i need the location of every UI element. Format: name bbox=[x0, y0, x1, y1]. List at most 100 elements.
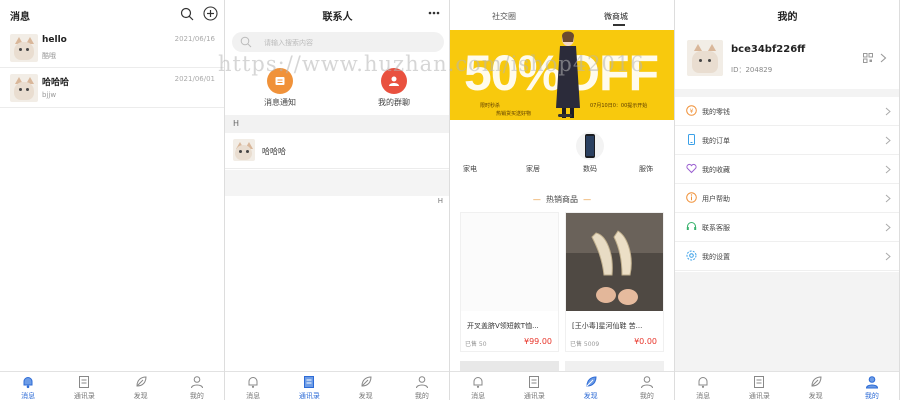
conversation-name: hello bbox=[42, 35, 67, 45]
category-label: 家居 bbox=[526, 165, 540, 173]
bottom-tab-bar: 消息 通讯录 发现 我的 bbox=[450, 371, 674, 400]
tab-me[interactable]: 我的 bbox=[844, 372, 899, 400]
shoes-photo bbox=[566, 213, 663, 311]
tab-contacts[interactable]: 通讯录 bbox=[506, 372, 562, 400]
tab-label: 发现 bbox=[583, 392, 598, 400]
bottom-tab-bar: 消息 通讯录 发现 我的 bbox=[0, 371, 224, 400]
phone-order-icon bbox=[688, 134, 695, 145]
tab-discover[interactable]: 发现 bbox=[563, 372, 619, 400]
tab-me[interactable]: 我的 bbox=[169, 372, 224, 400]
tab-messages[interactable]: 消息 bbox=[0, 372, 56, 400]
page-title: 消息 bbox=[10, 12, 30, 23]
tab-micro-mall[interactable]: 微商城 bbox=[604, 11, 628, 22]
tab-discover[interactable]: 发现 bbox=[788, 372, 844, 400]
menu-item-wallet[interactable]: ¥ 我的零钱 bbox=[675, 97, 899, 126]
chevron-right-icon bbox=[885, 194, 891, 203]
notification-button[interactable] bbox=[267, 68, 293, 94]
more-icon[interactable] bbox=[428, 11, 440, 15]
tab-social-circle[interactable]: 社交圈 bbox=[492, 11, 516, 22]
tab-messages[interactable]: 消息 bbox=[225, 372, 281, 400]
promo-banner[interactable]: 50%OFF 限时秒杀 07月10日0：00提示开始 热销货买送好物 bbox=[450, 30, 674, 120]
page-title: 我的 bbox=[777, 12, 798, 23]
search-placeholder: 请输入搜索内容 bbox=[264, 39, 313, 47]
add-circle-icon[interactable] bbox=[203, 6, 218, 21]
me-header: 我的 bbox=[675, 0, 899, 28]
product-sold-count: 已售 50 bbox=[465, 341, 487, 348]
menu-item-customer-service[interactable]: 联系客服 bbox=[675, 213, 899, 242]
tab-label: 消息 bbox=[471, 392, 486, 400]
section-letter: H bbox=[233, 119, 240, 128]
product-sold-count: 已售 5009 bbox=[570, 341, 600, 348]
chevron-right-icon[interactable] bbox=[880, 53, 887, 63]
product-image bbox=[461, 213, 558, 311]
menu-item-help[interactable]: 用户帮助 bbox=[675, 184, 899, 213]
user-icon bbox=[640, 376, 653, 389]
search-input[interactable]: 请输入搜索内容 bbox=[232, 32, 444, 52]
menu-item-favorites[interactable]: 我的收藏 bbox=[675, 155, 899, 184]
bottom-tab-bar: 消息 通讯录 发现 我的 bbox=[675, 371, 899, 400]
contact-name: 哈哈哈 bbox=[262, 147, 286, 156]
tab-messages[interactable]: 消息 bbox=[675, 372, 731, 400]
chevron-right-icon bbox=[885, 252, 891, 261]
user-icon bbox=[415, 376, 428, 389]
tab-label: 消息 bbox=[696, 392, 711, 400]
section-header: H bbox=[225, 115, 449, 133]
divider bbox=[675, 89, 899, 97]
user-icon bbox=[190, 376, 203, 389]
bell-icon bbox=[473, 377, 483, 388]
category-label: 服饰 bbox=[639, 165, 653, 173]
tab-discover[interactable]: 发现 bbox=[338, 372, 394, 400]
tab-discover[interactable]: 发现 bbox=[113, 372, 169, 400]
product-card[interactable]: [王小毒]星河仙鞋 苦... 已售 5009 ¥0.00 bbox=[565, 212, 664, 352]
conversation-date: 2021/06/16 bbox=[174, 35, 215, 43]
empty-area bbox=[225, 170, 449, 196]
notification-label: 消息通知 bbox=[264, 98, 296, 107]
alphabet-index[interactable]: H bbox=[438, 197, 443, 205]
tab-label: 我的 bbox=[864, 392, 879, 400]
settings-icon bbox=[686, 250, 697, 261]
tab-label: 消息 bbox=[21, 392, 36, 400]
menu-label: 我的收藏 bbox=[702, 166, 730, 174]
menu-label: 我的订单 bbox=[702, 137, 730, 145]
product-name: [王小毒]星河仙鞋 苦... bbox=[572, 322, 643, 330]
compass-leaf-icon bbox=[361, 376, 372, 387]
compass-leaf-icon bbox=[136, 376, 147, 387]
tab-label: 通讯录 bbox=[298, 392, 320, 400]
hot-title-text: 热销商品 bbox=[546, 195, 578, 204]
group-chat-button[interactable] bbox=[381, 68, 407, 94]
avatar[interactable] bbox=[687, 40, 723, 76]
search-icon[interactable] bbox=[180, 7, 194, 21]
tab-label: 通讯录 bbox=[748, 392, 770, 400]
tab-label: 通讯录 bbox=[73, 392, 95, 400]
product-card[interactable]: 开叉盖脐V领短款T恤... 已售 50 ¥99.00 bbox=[460, 212, 559, 352]
notification-icon bbox=[275, 77, 285, 85]
conversation-item[interactable]: 哈哈哈 bjjw 2021/06/01 bbox=[0, 68, 224, 108]
group-chat-icon bbox=[389, 76, 399, 86]
messages-screen: 消息 hello 酷哦 2021/06/16 哈哈哈 bjjw 2021/06/… bbox=[0, 0, 225, 400]
model-figure bbox=[556, 31, 580, 118]
tab-messages[interactable]: 消息 bbox=[450, 372, 506, 400]
tab-contacts[interactable]: 通讯录 bbox=[731, 372, 787, 400]
conversation-item[interactable]: hello 酷哦 2021/06/16 bbox=[0, 28, 224, 68]
tab-contacts[interactable]: 通讯录 bbox=[56, 372, 112, 400]
contacts-icon bbox=[79, 376, 90, 388]
bottom-tab-bar: 消息 通讯录 发现 我的 bbox=[225, 371, 449, 400]
chevron-right-icon bbox=[885, 136, 891, 145]
tab-me[interactable]: 我的 bbox=[619, 372, 674, 400]
app-screens: 消息 hello 酷哦 2021/06/16 哈哈哈 bjjw 2021/06/… bbox=[0, 0, 900, 400]
menu-item-settings[interactable]: 我的设置 bbox=[675, 242, 899, 271]
menu-label: 我的零钱 bbox=[702, 108, 730, 116]
menu-label: 我的设置 bbox=[702, 253, 730, 261]
tab-label: 我的 bbox=[639, 392, 654, 400]
tab-me[interactable]: 我的 bbox=[394, 372, 449, 400]
contact-item[interactable]: 哈哈哈 bbox=[225, 133, 449, 169]
avatar bbox=[10, 74, 38, 102]
hot-products-heading: — 热销商品 — bbox=[532, 195, 592, 204]
menu-item-orders[interactable]: 我的订单 bbox=[675, 126, 899, 155]
product-price: ¥99.00 bbox=[524, 337, 552, 346]
tab-contacts[interactable]: 通讯录 bbox=[281, 372, 337, 400]
svg-text:¥: ¥ bbox=[690, 108, 694, 115]
category-label: 家电 bbox=[463, 165, 477, 173]
search-icon bbox=[240, 36, 252, 48]
qr-code-icon[interactable] bbox=[863, 53, 873, 63]
